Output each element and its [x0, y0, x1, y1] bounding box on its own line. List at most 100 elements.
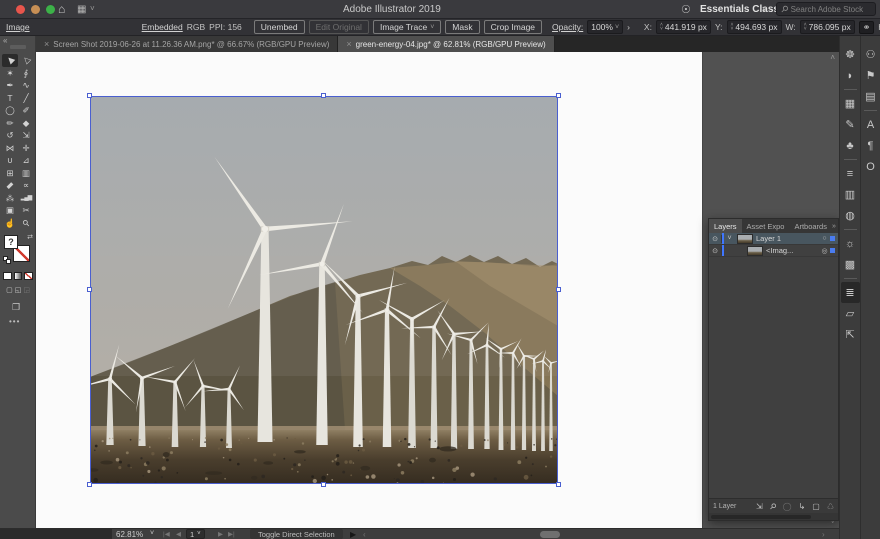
- constrain-proportions-link-icon[interactable]: ⚭: [858, 20, 875, 34]
- tab-asset-export[interactable]: Asset Expo: [742, 219, 790, 233]
- selection-tool[interactable]: ▶: [2, 54, 18, 67]
- workspace-chevron-icon[interactable]: ˅: [762, 5, 767, 14]
- mask-button[interactable]: Mask: [445, 20, 480, 34]
- slice-tool[interactable]: ✂: [18, 204, 34, 217]
- chevron-down-icon[interactable]: ˅: [430, 24, 434, 31]
- selection-handle[interactable]: [556, 287, 561, 292]
- placed-image-wind-turbines[interactable]: [87, 93, 561, 487]
- shape-builder-tool[interactable]: ∪: [2, 154, 18, 167]
- collapse-panel-icon[interactable]: »: [832, 223, 836, 230]
- artboard-canvas[interactable]: [36, 52, 702, 528]
- anchor-label[interactable]: Image: [6, 22, 30, 32]
- visibility-eye-icon[interactable]: ⊙: [709, 234, 722, 243]
- home-icon[interactable]: ⌂: [58, 2, 65, 16]
- y-field[interactable]: ˄ ˅ 494.693 px: [726, 20, 782, 34]
- status-menu-arrow-icon[interactable]: ▶: [350, 530, 356, 539]
- stroke-panel-icon[interactable]: ≡: [841, 163, 860, 184]
- zoom-tool[interactable]: ⚲: [18, 217, 34, 230]
- horizontal-scrollbar[interactable]: [372, 531, 818, 538]
- eraser-tool[interactable]: ◆: [18, 117, 34, 130]
- draw-behind-icon[interactable]: ◱: [15, 286, 22, 294]
- embedded-link[interactable]: Embedded: [142, 22, 183, 32]
- zoom-window-button[interactable]: [46, 5, 55, 14]
- color-panel-icon[interactable]: ☸: [841, 44, 860, 65]
- screen-mode-icon[interactable]: ❐: [12, 302, 20, 313]
- scroll-left-icon[interactable]: ‹: [363, 530, 366, 539]
- x-field[interactable]: ˄ ˅ 441.919 px: [655, 20, 711, 34]
- shaper-tool[interactable]: ✏: [2, 117, 18, 130]
- libraries-panel-icon[interactable]: ⚇: [861, 44, 880, 65]
- free-transform-tool[interactable]: ✛: [18, 142, 34, 155]
- symbols-panel-icon[interactable]: ♣: [841, 135, 860, 156]
- rotate-tool[interactable]: ↺: [2, 129, 18, 142]
- eyedropper-tool[interactable]: ▮: [2, 179, 18, 192]
- selection-handle[interactable]: [87, 287, 92, 292]
- hand-tool[interactable]: ☝: [2, 217, 18, 230]
- opentype-panel-icon[interactable]: O: [861, 156, 880, 177]
- scrollbar-thumb[interactable]: [540, 531, 560, 538]
- tab-artboards[interactable]: Artboards: [789, 219, 832, 233]
- chevron-down-icon[interactable]: ˅: [615, 24, 619, 31]
- crop-image-button[interactable]: Crop Image: [483, 20, 543, 34]
- edit-toolbar-dots-icon[interactable]: •••: [9, 317, 20, 326]
- scroll-up-icon[interactable]: ˄: [830, 53, 835, 62]
- lasso-tool[interactable]: ∮: [18, 67, 34, 80]
- graphic-styles-panel-icon[interactable]: ▩: [841, 254, 860, 275]
- type-tool[interactable]: T: [2, 92, 18, 105]
- curvature-tool[interactable]: ∿: [18, 79, 34, 92]
- width-tool[interactable]: ⋈: [2, 142, 18, 155]
- brushes-panel-icon[interactable]: ✎: [841, 114, 860, 135]
- scale-tool[interactable]: ⇲: [18, 129, 34, 142]
- instances-panel-icon[interactable]: ▤: [861, 86, 880, 107]
- draw-normal-icon[interactable]: ▢: [6, 286, 13, 294]
- asset-export-panel-icon[interactable]: ⇱: [841, 324, 860, 345]
- artboards-panel-icon[interactable]: ▱: [841, 303, 860, 324]
- stepper-icon[interactable]: ˄ ˅: [660, 23, 663, 32]
- swatches-panel-icon[interactable]: ▦: [841, 93, 860, 114]
- visibility-eye-icon[interactable]: ⊙: [709, 246, 722, 255]
- selection-handle[interactable]: [87, 93, 92, 98]
- expand-chevron-icon[interactable]: ˅: [725, 235, 734, 242]
- paintbrush-tool[interactable]: ✐: [18, 104, 34, 117]
- layers-hscrollbar[interactable]: [709, 513, 838, 520]
- locate-object-icon[interactable]: ⚲: [767, 501, 778, 512]
- collect-for-export-icon[interactable]: ⇲: [756, 502, 763, 511]
- tools-drag-handle[interactable]: [10, 45, 26, 49]
- tab-layers[interactable]: Layers: [709, 219, 742, 233]
- swap-fill-stroke-icon[interactable]: ⇄: [27, 233, 33, 241]
- close-icon[interactable]: ×: [44, 39, 49, 49]
- more-options-arrow[interactable]: ›: [627, 22, 630, 32]
- scrollbar-thumb[interactable]: [711, 514, 811, 519]
- magic-wand-tool[interactable]: ✶: [2, 67, 18, 80]
- zoom-level[interactable]: 62.81%: [116, 530, 143, 539]
- document-tab-green-energy[interactable]: × green-energy-04.jpg* @ 62.81% (RGB/GPU…: [338, 36, 555, 52]
- perspective-grid-tool[interactable]: ⊿: [18, 154, 34, 167]
- gradient-button[interactable]: [13, 272, 23, 280]
- artboard-tool[interactable]: ▣: [2, 204, 18, 217]
- document-tab-screenshot[interactable]: × Screen Shot 2019-06-26 at 11.26.36 AM.…: [36, 36, 339, 52]
- selection-handle[interactable]: [87, 482, 92, 487]
- selection-handle[interactable]: [321, 93, 326, 98]
- layer-row-1[interactable]: ⊙ ˅ Layer 1 ○: [709, 233, 838, 245]
- unembed-button[interactable]: Unembed: [253, 20, 305, 34]
- fill-swatch-unknown[interactable]: ?: [4, 235, 18, 249]
- character-panel-icon[interactable]: A: [861, 114, 880, 135]
- scroll-right-icon[interactable]: ›: [822, 530, 825, 539]
- new-layer-icon[interactable]: ▢: [812, 502, 820, 511]
- close-window-button[interactable]: [16, 5, 25, 14]
- stepper-icon[interactable]: ˄ ˅: [731, 23, 734, 32]
- w-field[interactable]: ˄ ˅ 786.095 px: [799, 20, 855, 34]
- pen-tool[interactable]: ✒: [2, 79, 18, 92]
- close-icon[interactable]: ×: [346, 39, 351, 49]
- selection-handle[interactable]: [556, 93, 561, 98]
- minimize-window-button[interactable]: [31, 5, 40, 14]
- workspace-switcher-chevron-icon[interactable]: ˅: [90, 4, 95, 13]
- layers-panel-icon[interactable]: ≣: [840, 282, 860, 303]
- selection-handle[interactable]: [321, 482, 326, 487]
- mesh-tool[interactable]: ⊞: [2, 167, 18, 180]
- symbol-sprayer-tool[interactable]: ⁂: [2, 192, 18, 205]
- workspace-switcher-icon[interactable]: ▦: [77, 4, 86, 15]
- new-sublayer-icon[interactable]: ↳: [799, 502, 806, 511]
- gradient-panel-icon[interactable]: ▥: [841, 184, 860, 205]
- paragraph-panel-icon[interactable]: ¶: [861, 135, 880, 156]
